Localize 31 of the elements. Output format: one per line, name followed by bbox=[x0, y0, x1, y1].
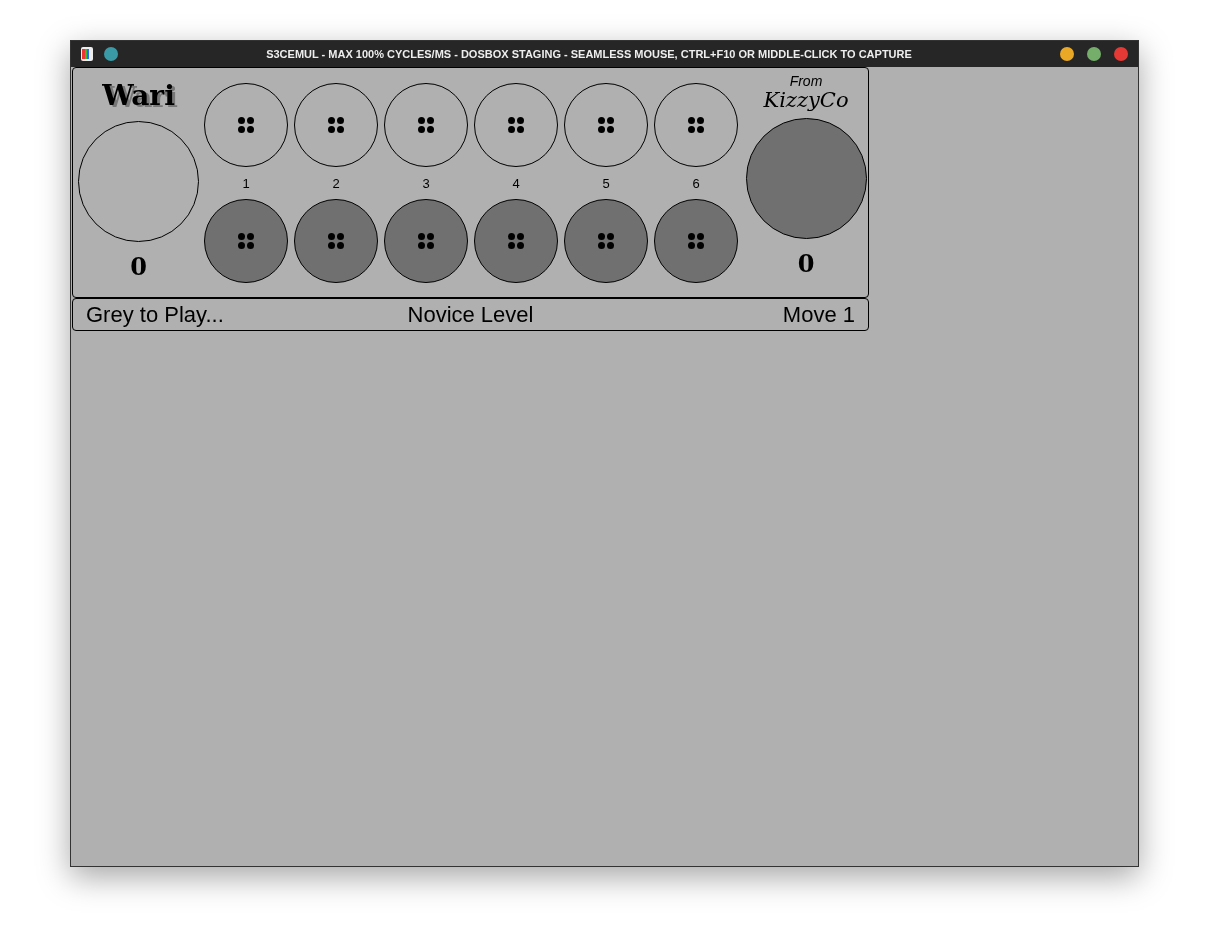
maximize-button[interactable] bbox=[1087, 47, 1101, 61]
pit-number: 1 bbox=[242, 176, 250, 190]
seeds-icon bbox=[417, 116, 435, 134]
brand-name: KizzyCo bbox=[763, 90, 849, 111]
seeds-icon bbox=[327, 116, 345, 134]
seeds-icon bbox=[237, 116, 255, 134]
pit-number: 5 bbox=[602, 176, 610, 190]
turn-status: Grey to Play... bbox=[86, 301, 225, 329]
minimize-button[interactable] bbox=[1060, 47, 1074, 61]
seeds-icon bbox=[507, 232, 525, 250]
seeds-icon bbox=[507, 116, 525, 134]
seeds-icon bbox=[237, 232, 255, 250]
app-icon bbox=[81, 47, 93, 61]
seeds-icon bbox=[597, 232, 615, 250]
seeds-icon bbox=[597, 116, 615, 134]
move-counter: Move 1 bbox=[781, 301, 855, 329]
seeds-icon bbox=[417, 232, 435, 250]
close-button[interactable] bbox=[1114, 47, 1128, 61]
window-title: S3CEMUL - MAX 100% CYCLES/MS - DOSBOX STAGING - SEAMLESS MOUSE, CTRL+F10 OR MIDDLE-CLICK TO CAPTURE bbox=[265, 46, 913, 62]
seeds-icon bbox=[327, 232, 345, 250]
level-status: Novice Level bbox=[407, 301, 534, 329]
score: 0 bbox=[797, 252, 815, 276]
credit-from: From bbox=[789, 74, 823, 88]
seeds-icon bbox=[687, 116, 705, 134]
pit-number: 4 bbox=[512, 176, 520, 190]
pit-number: 3 bbox=[422, 176, 430, 190]
pit-number: 2 bbox=[332, 176, 340, 190]
pit-number: 6 bbox=[692, 176, 700, 190]
score: 0 bbox=[130, 255, 147, 279]
game-title: Wari bbox=[102, 82, 175, 110]
seeds-icon bbox=[687, 232, 705, 250]
